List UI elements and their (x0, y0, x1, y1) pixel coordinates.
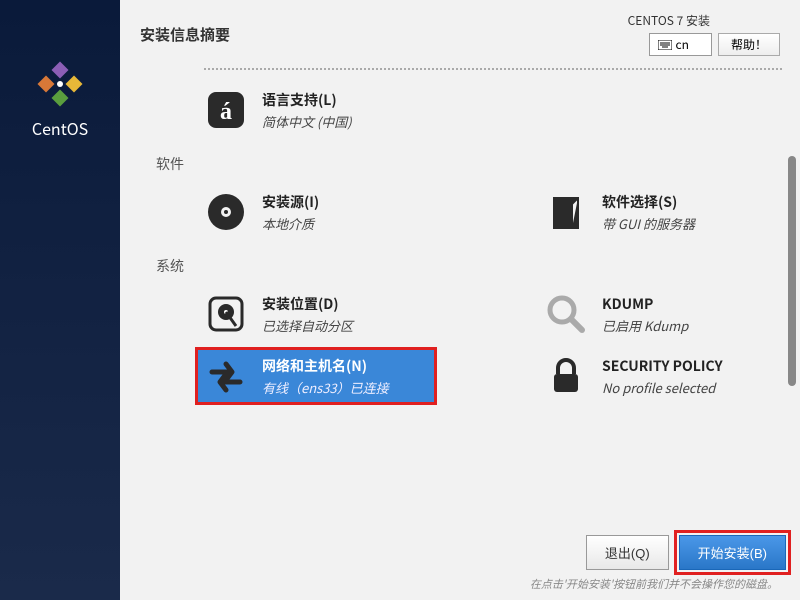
keyboard-icon (658, 40, 672, 50)
brand-label: CentOS (32, 116, 88, 140)
sidebar: CentOS (0, 0, 120, 600)
content: á 语言支持(L) 简体中文 (中国) 软件 安装源(I) 本地介质 (120, 56, 800, 600)
item-subtitle: 有线（ens33）已连接 (262, 378, 389, 397)
footer-hint: 在点击'开始安装'按钮前我们并不会操作您的磁盘。 (120, 576, 790, 592)
keyboard-layout: cn (676, 36, 689, 53)
section-system-label: 系统 (156, 256, 782, 276)
item-subtitle: 本地介质 (262, 214, 319, 233)
package-icon (544, 190, 588, 234)
spoke-security-policy[interactable]: SECURITY POLICY No profile selected (536, 348, 776, 404)
hdd-icon (204, 292, 248, 336)
spoke-software-selection[interactable]: 软件选择(S) 带 GUI 的服务器 (536, 184, 776, 240)
keyboard-indicator[interactable]: cn (649, 33, 712, 56)
spoke-install-destination[interactable]: 安装位置(D) 已选择自动分区 (196, 286, 436, 342)
spoke-kdump[interactable]: KDUMP 已启用 Kdump (536, 286, 776, 342)
header: 安装信息摘要 CENTOS 7 安装 cn 帮助！ (120, 0, 800, 56)
begin-install-button[interactable]: 开始安装(B) (679, 535, 786, 570)
item-title: 语言支持(L) (262, 90, 352, 110)
item-title: KDUMP (602, 294, 688, 314)
product-label: CENTOS 7 安装 (628, 12, 710, 29)
language-icon: á (204, 88, 248, 132)
item-subtitle: No profile selected (602, 378, 723, 397)
item-title: 软件选择(S) (602, 192, 695, 212)
item-subtitle: 已启用 Kdump (602, 316, 688, 335)
network-icon (204, 354, 248, 398)
svg-text:á: á (220, 99, 232, 125)
disc-icon (204, 190, 248, 234)
spoke-install-source[interactable]: 安装源(I) 本地介质 (196, 184, 436, 240)
spoke-network[interactable]: 网络和主机名(N) 有线（ens33）已连接 (196, 348, 436, 404)
item-title: 安装源(I) (262, 192, 319, 212)
quit-button[interactable]: 退出(Q) (586, 535, 669, 570)
footer: 退出(Q) 开始安装(B) 在点击'开始安装'按钮前我们并不会操作您的磁盘。 (120, 529, 800, 600)
scrollbar-thumb[interactable] (788, 156, 796, 386)
item-title: 网络和主机名(N) (262, 356, 389, 376)
item-title: 安装位置(D) (262, 294, 353, 314)
section-software-label: 软件 (156, 154, 782, 174)
item-subtitle: 简体中文 (中国) (262, 112, 352, 131)
page-title: 安装信息摘要 (140, 24, 230, 45)
item-subtitle: 已选择自动分区 (262, 316, 353, 335)
help-button[interactable]: 帮助！ (718, 33, 780, 56)
spoke-language-support[interactable]: á 语言支持(L) 简体中文 (中国) (196, 82, 782, 138)
divider (204, 68, 782, 70)
magnifier-icon (544, 292, 588, 336)
centos-logo-icon (36, 60, 84, 108)
main-panel: 安装信息摘要 CENTOS 7 安装 cn 帮助！ á 语言支持(L) 简体中文… (120, 0, 800, 600)
item-subtitle: 带 GUI 的服务器 (602, 214, 695, 233)
lock-icon (544, 354, 588, 398)
item-title: SECURITY POLICY (602, 356, 723, 376)
scrollbar[interactable] (788, 156, 798, 566)
